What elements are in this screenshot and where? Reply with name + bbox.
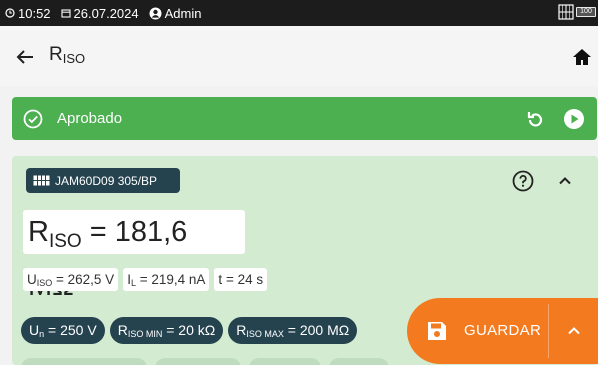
play-icon[interactable] xyxy=(563,108,585,130)
title-subscript: ISO xyxy=(62,51,86,66)
main-subscript: ISO xyxy=(48,231,82,252)
param-un[interactable]: Un = 250 V xyxy=(21,317,105,344)
clock-icon xyxy=(5,8,15,18)
chip-value: = 262,5 V xyxy=(52,272,115,287)
chip-il: IL = 219,4 nA xyxy=(123,268,210,291)
chevron-up-icon[interactable] xyxy=(565,322,583,340)
help-icon[interactable] xyxy=(512,170,534,192)
measured-values: UISO = 262,5 V IL = 219,4 nA t = 24 s xyxy=(23,268,272,291)
partial-chip xyxy=(155,358,241,365)
main-result: RISO = 181,6 MΩ xyxy=(23,210,245,302)
test-parameters: Un = 250 V RISO MIN = 20 kΩ RISO MAX = 2… xyxy=(21,317,362,344)
device-label: JAM60D09 305/BP xyxy=(55,173,158,188)
page-title: RISO xyxy=(49,44,85,66)
check-circle-icon xyxy=(23,109,43,128)
chip-value: = 24 s xyxy=(222,272,264,287)
calendar-icon xyxy=(60,9,71,18)
home-icon[interactable] xyxy=(572,47,592,67)
save-label: GUARDAR xyxy=(464,322,542,339)
device-badge[interactable]: JAM60D09 305/BP xyxy=(26,168,180,193)
status-right: 100 xyxy=(558,2,596,22)
param-value: = 200 MΩ xyxy=(283,322,350,338)
user-text: Admin xyxy=(164,5,202,21)
chip-value: = 219,4 nA xyxy=(135,272,206,287)
time-text: 10:52 xyxy=(18,5,51,21)
param-symbol: R xyxy=(117,322,128,338)
repeat-icon[interactable] xyxy=(524,108,546,130)
param-riso-min[interactable]: RISO MIN = 20 kΩ xyxy=(109,317,224,344)
result-label: Aprobado xyxy=(57,110,123,127)
battery-icon: 100 xyxy=(576,7,596,17)
app-header: RISO xyxy=(0,26,598,86)
chevron-up-icon[interactable] xyxy=(556,172,574,190)
status-date: 26.07.2024 xyxy=(60,5,139,21)
partial-chip xyxy=(329,358,389,365)
back-arrow-icon[interactable] xyxy=(14,46,36,68)
partial-chip xyxy=(21,358,147,365)
param-symbol: U xyxy=(29,322,40,338)
param-riso-max[interactable]: RISO MAX = 200 MΩ xyxy=(228,317,358,344)
main-symbol: R xyxy=(28,216,49,248)
panel-icon xyxy=(33,175,50,186)
partial-chip xyxy=(249,358,321,365)
cut-off-chip-row xyxy=(21,358,397,365)
param-value: = 20 kΩ xyxy=(162,322,216,338)
param-subscript: ISO MIN xyxy=(127,329,163,339)
date-text: 26.07.2024 xyxy=(73,5,139,21)
status-bar: 10:52 26.07.2024 Admin 100 xyxy=(0,0,598,26)
status-time: 10:52 xyxy=(5,6,51,21)
chip-subscript: ISO xyxy=(36,278,53,288)
user-icon xyxy=(149,7,162,19)
save-button[interactable]: GUARDAR xyxy=(407,298,598,364)
fab-divider xyxy=(548,304,549,358)
title-symbol: R xyxy=(49,44,63,65)
status-user: Admin xyxy=(149,5,202,21)
result-bar: Aprobado xyxy=(12,97,597,140)
chip-time: t = 24 s xyxy=(214,268,268,291)
param-value: = 250 V xyxy=(44,322,97,338)
chip-symbol: U xyxy=(27,272,37,287)
param-symbol: R xyxy=(236,322,247,338)
param-subscript: ISO MAX xyxy=(246,329,284,339)
chip-uiso: UISO = 262,5 V xyxy=(23,268,119,291)
floppy-disk-icon xyxy=(428,322,446,340)
solar-icon xyxy=(558,4,574,20)
